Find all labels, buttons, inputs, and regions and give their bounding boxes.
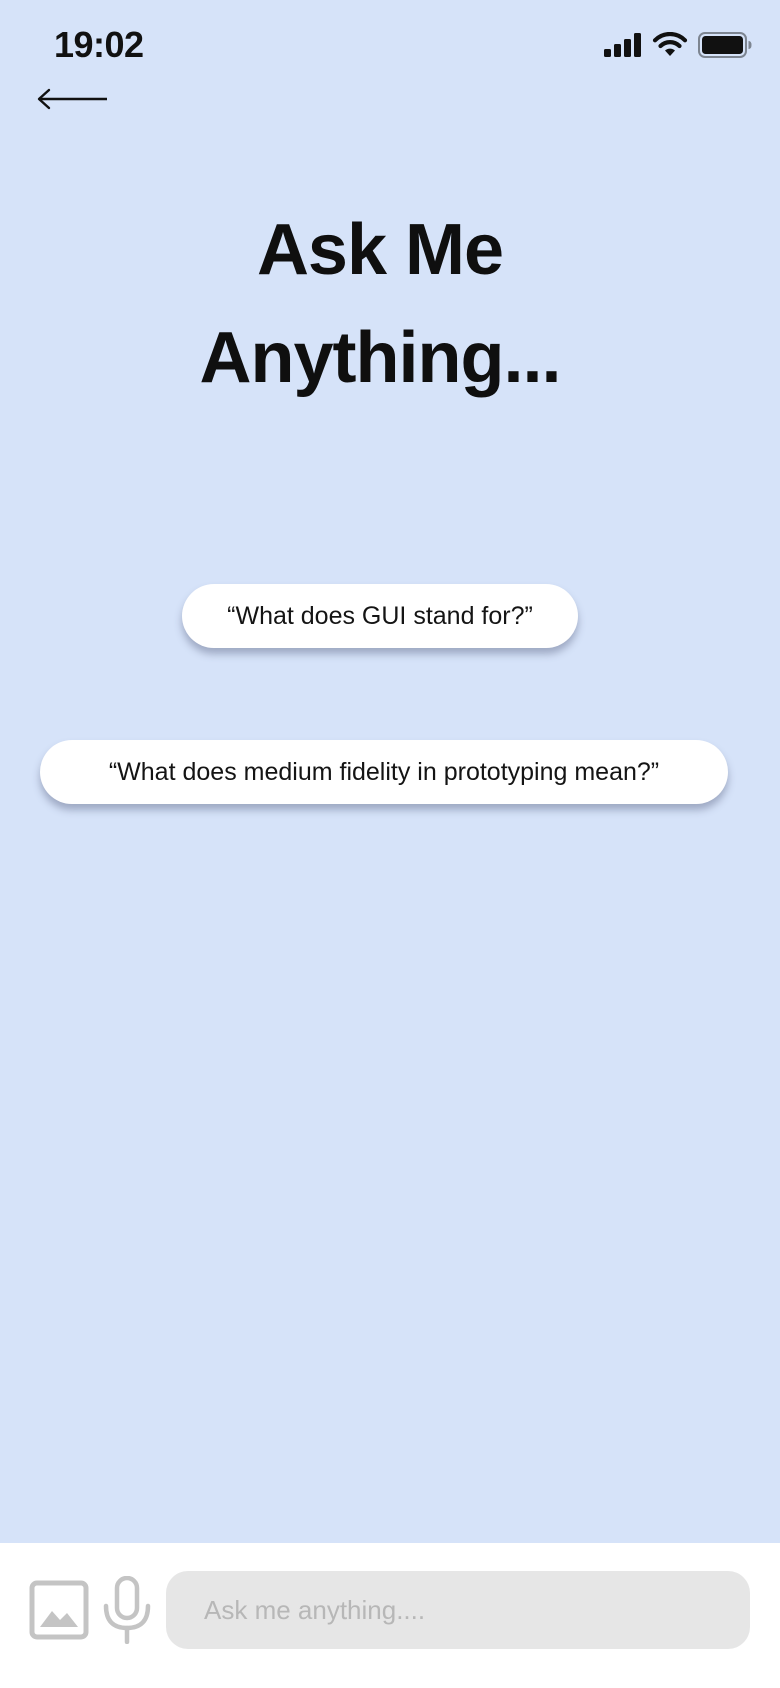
- page-title: Ask Me Anything...: [0, 196, 760, 412]
- battery-icon: [698, 32, 752, 58]
- back-button[interactable]: [36, 86, 110, 112]
- suggestion-chip[interactable]: “What does GUI stand for?”: [182, 584, 578, 648]
- microphone-icon: [103, 1575, 151, 1645]
- wifi-icon: [652, 32, 688, 56]
- microphone-button[interactable]: [102, 1575, 152, 1645]
- attach-image-button[interactable]: [29, 1580, 89, 1640]
- chat-screen: 19:02 Ask Me Anything... “What does GUI …: [0, 0, 780, 1688]
- suggestion-chip[interactable]: “What does medium fidelity in prototypin…: [40, 740, 728, 804]
- main-area: 19:02 Ask Me Anything... “What does GUI …: [0, 0, 780, 1543]
- page-title-line1: Ask Me: [256, 210, 504, 290]
- back-arrow-icon: [37, 88, 107, 110]
- status-time: 19:02: [54, 24, 144, 65]
- page-title-line2: Anything...: [199, 318, 562, 398]
- signal-icon: [604, 33, 641, 57]
- status-icons: [604, 32, 752, 58]
- image-icon: [29, 1580, 89, 1640]
- chat-input[interactable]: [166, 1571, 750, 1649]
